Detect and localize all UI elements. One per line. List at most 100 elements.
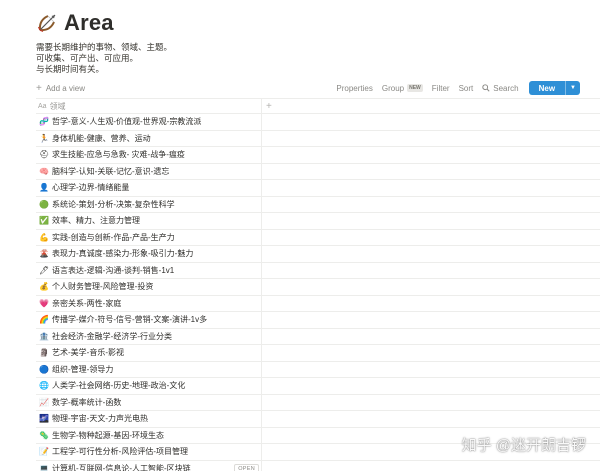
table-row[interactable]: 🧬 哲学-意义-人生观-价值观-世界观-宗教流派 [36, 114, 600, 131]
row-title-cell[interactable]: 🔵 组织-管理-领导力 [36, 361, 262, 377]
row-title: 系统论-策划-分析-决策-复杂性科学 [52, 199, 175, 209]
empty-cell[interactable] [262, 197, 600, 213]
empty-cell[interactable] [262, 411, 600, 427]
empty-cell[interactable] [262, 263, 600, 279]
table-body: 🧬 哲学-意义-人生观-价值观-世界观-宗教流派 🏃 身体机能-健康、营养、运动 ⛑ 求生… [36, 114, 600, 471]
table-row[interactable]: 💰 个人财务管理-风险管理-投资 [36, 279, 600, 296]
database-table: Aa 领域 + 🧬 哲学-意义-人生观-价值观-世界观-宗教流派 🏃 身体机能-健康、… [36, 98, 600, 471]
empty-cell[interactable] [262, 378, 600, 394]
row-icon: 🗿 [39, 348, 49, 358]
empty-cell[interactable] [262, 395, 600, 411]
row-title: 效率、精力、注意力管理 [52, 216, 140, 226]
empty-cell[interactable] [262, 164, 600, 180]
row-title-cell[interactable]: 🌌 物理-宇宙-天文-力声光电热 [36, 411, 262, 427]
page-title[interactable]: Area [64, 10, 114, 36]
empty-cell[interactable] [262, 279, 600, 295]
table-row[interactable]: 🗿 艺术-美学-音乐-影视 [36, 345, 600, 362]
row-icon: 📈 [39, 397, 49, 407]
row-icon: 💪 [39, 232, 49, 242]
new-button[interactable]: New [529, 81, 565, 95]
empty-cell[interactable] [262, 131, 600, 147]
column-header-area[interactable]: Aa 领域 [36, 99, 262, 113]
row-title-cell[interactable]: 📈 数学-概率统计-函数 [36, 394, 262, 410]
open-row-button[interactable]: OPEN [234, 463, 259, 471]
row-title-cell[interactable]: 👤 心理学-边界-情绪能量 [36, 180, 262, 196]
watermark: 知乎 @迷开朗吉锣 [461, 437, 586, 454]
properties-button[interactable]: Properties [336, 84, 372, 93]
table-row[interactable]: 🧠 脑科学-认知-关联-记忆-意识-遗忘 [36, 163, 600, 180]
row-title-cell[interactable]: 🧠 脑科学-认知-关联-记忆-意识-遗忘 [36, 163, 262, 179]
row-title-cell[interactable]: 🌈 传播学-媒介-符号-信号-营销-文案-演讲-1v多 [36, 312, 262, 328]
empty-cell[interactable] [262, 461, 600, 471]
column-header-label: 领域 [49, 101, 66, 111]
table-row[interactable]: 💗 亲密关系-两性-家庭 [36, 295, 600, 312]
row-title-cell[interactable]: 🟢 系统论-策划-分析-决策-复杂性科学 [36, 196, 262, 212]
row-icon: 🖊 [39, 265, 50, 275]
page-description[interactable]: 需要长期维护的事物、领域、主题。 可收集、可产出、可应用。 与长期时间有关。 [36, 42, 576, 75]
toolbar-actions: Properties Group NEW Filter Sort Search … [327, 81, 580, 95]
description-line: 可收集、可产出、可应用。 [36, 53, 139, 63]
table-row[interactable]: 🏦 社会经济-金融学-经济学-行业分类 [36, 328, 600, 345]
row-title: 人类学-社会网络-历史-地理-政治-文化 [52, 381, 186, 391]
row-title-cell[interactable]: ✅ 效率、精力、注意力管理 [36, 213, 262, 229]
table-row[interactable]: 💻 计算机-互联网-信息论-人工智能-区块链 OPEN [36, 460, 600, 471]
add-view-button[interactable]: + Add a view [36, 83, 85, 94]
sort-button[interactable]: Sort [459, 84, 474, 93]
row-title: 语言表达-逻辑-沟通-谈判-销售-1v1 [52, 265, 175, 275]
empty-cell[interactable] [262, 246, 600, 262]
row-title-cell[interactable]: 📝 工程学-可行性分析-风险评估-项目管理 [36, 444, 262, 460]
row-title: 求生技能-应急与急救- 灾难-战争-瘟疫 [52, 150, 185, 160]
row-icon: ✅ [39, 216, 49, 226]
table-row[interactable]: 🔵 组织-管理-领导力 [36, 361, 600, 378]
row-title-cell[interactable]: 🏦 社会经济-金融学-经济学-行业分类 [36, 328, 262, 344]
table-row[interactable]: 🏃 身体机能-健康、营养、运动 [36, 130, 600, 147]
table-row[interactable]: 📈 数学-概率统计-函数 [36, 394, 600, 411]
row-title-cell[interactable]: 💪 实践-创造与创新-作品-产品-生产力 [36, 229, 262, 245]
empty-cell[interactable] [262, 114, 600, 130]
empty-cell[interactable] [262, 312, 600, 328]
row-title-cell[interactable]: 🧬 哲学-意义-人生观-价值观-世界观-宗教流派 [36, 114, 262, 130]
table-row[interactable]: 🖊 语言表达-逻辑-沟通-谈判-销售-1v1 [36, 262, 600, 279]
table-row[interactable]: 🌈 传播学-媒介-符号-信号-营销-文案-演讲-1v多 [36, 312, 600, 329]
row-title-cell[interactable]: 🦠 生物学-物种起源-基因-环境生态 [36, 427, 262, 443]
empty-cell[interactable] [262, 362, 600, 378]
group-button[interactable]: Group NEW [382, 84, 423, 93]
row-title-cell[interactable]: 💗 亲密关系-两性-家庭 [36, 295, 262, 311]
search-button[interactable]: Search [482, 83, 519, 93]
table-row[interactable]: 🟢 系统论-策划-分析-决策-复杂性科学 [36, 196, 600, 213]
row-title: 实践-创造与创新-作品-产品-生产力 [52, 232, 175, 242]
search-label: Search [493, 83, 519, 93]
row-title-cell[interactable]: 🌋 表现力-真诚度-感染力-形象-吸引力-魅力 [36, 246, 262, 262]
empty-cell[interactable] [262, 345, 600, 361]
row-icon: 💻 [39, 463, 49, 471]
empty-cell[interactable] [262, 230, 600, 246]
row-title-cell[interactable]: 🏃 身体机能-健康、营养、运动 [36, 130, 262, 146]
empty-cell[interactable] [262, 180, 600, 196]
row-title-cell[interactable]: 💰 个人财务管理-风险管理-投资 [36, 279, 262, 295]
row-title: 社会经济-金融学-经济学-行业分类 [52, 331, 172, 341]
table-row[interactable]: ⛑ 求生技能-应急与急救- 灾难-战争-瘟疫 [36, 147, 600, 164]
filter-button[interactable]: Filter [432, 84, 450, 93]
table-row[interactable]: ✅ 效率、精力、注意力管理 [36, 213, 600, 230]
empty-cell[interactable] [262, 296, 600, 312]
table-row[interactable]: 👤 心理学-边界-情绪能量 [36, 180, 600, 197]
table-row[interactable]: 🌌 物理-宇宙-天文-力声光电热 [36, 411, 600, 428]
row-title-cell[interactable]: ⛑ 求生技能-应急与急救- 灾难-战争-瘟疫 [36, 147, 262, 163]
empty-cell[interactable] [262, 147, 600, 163]
table-row[interactable]: 💪 实践-创造与创新-作品-产品-生产力 [36, 229, 600, 246]
row-title-cell[interactable]: 🌐 人类学-社会网络-历史-地理-政治-文化 [36, 378, 262, 394]
empty-cell[interactable] [262, 213, 600, 229]
bow-and-arrow-icon[interactable] [36, 12, 58, 34]
table-row[interactable]: 🌐 人类学-社会网络-历史-地理-政治-文化 [36, 378, 600, 395]
table-row[interactable]: 🌋 表现力-真诚度-感染力-形象-吸引力-魅力 [36, 246, 600, 263]
row-icon: 🏃 [39, 133, 49, 143]
empty-cell[interactable] [262, 329, 600, 345]
row-title-cell[interactable]: 🗿 艺术-美学-音乐-影视 [36, 345, 262, 361]
row-icon: 🏦 [39, 331, 49, 341]
row-title-cell[interactable]: 💻 计算机-互联网-信息论-人工智能-区块链 OPEN [36, 460, 262, 471]
row-title-cell[interactable]: 🖊 语言表达-逻辑-沟通-谈判-销售-1v1 [36, 262, 262, 278]
add-column-button[interactable]: + [262, 99, 600, 113]
chevron-down-icon[interactable]: ▼ [565, 81, 580, 95]
row-icon: 👤 [39, 183, 49, 193]
row-title: 脑科学-认知-关联-记忆-意识-遗忘 [52, 166, 170, 176]
